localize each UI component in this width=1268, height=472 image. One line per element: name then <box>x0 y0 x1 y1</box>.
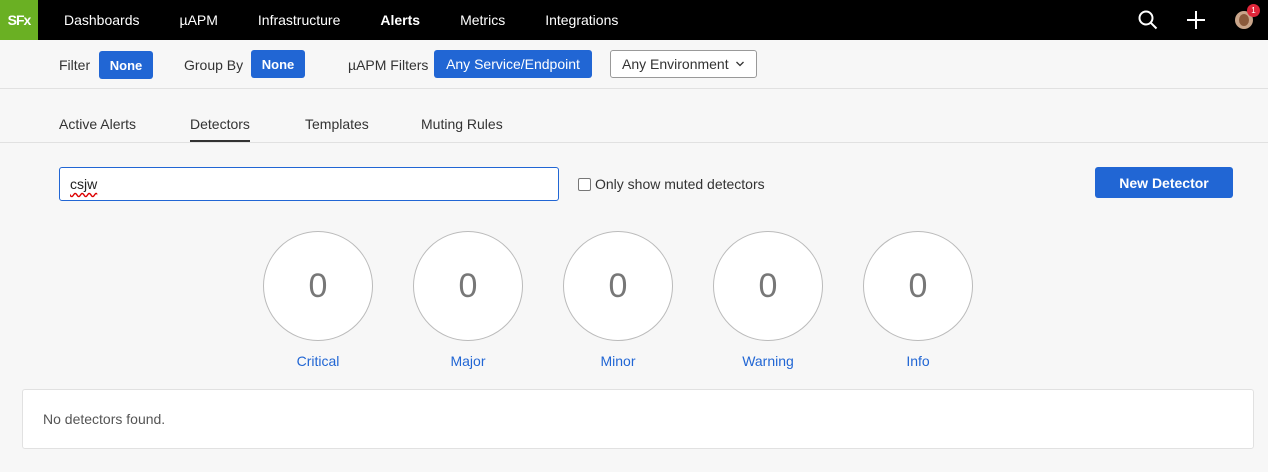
severity-label[interactable]: Critical <box>263 353 373 369</box>
nav-item-dashboards[interactable]: Dashboards <box>44 0 160 40</box>
new-detector-button[interactable]: New Detector <box>1095 167 1233 198</box>
groupby-label: Group By <box>184 57 244 73</box>
nav-item-alerts[interactable]: Alerts <box>360 0 440 40</box>
user-avatar[interactable]: 1 <box>1220 0 1268 40</box>
severity-label[interactable]: Minor <box>563 353 673 369</box>
severity-critical: 0 Critical <box>263 231 373 369</box>
tab-detectors[interactable]: Detectors <box>190 116 250 142</box>
plus-icon[interactable] <box>1172 0 1220 40</box>
nav-item-integrations[interactable]: Integrations <box>525 0 638 40</box>
severity-info: 0 Info <box>863 231 973 369</box>
severity-label[interactable]: Warning <box>713 353 823 369</box>
environment-value: Any Environment <box>622 56 729 72</box>
tab-muting-rules[interactable]: Muting Rules <box>421 116 503 142</box>
notification-badge: 1 <box>1247 4 1260 17</box>
severity-warning: 0 Warning <box>713 231 823 369</box>
nav-item-infrastructure[interactable]: Infrastructure <box>238 0 360 40</box>
nav-right: 1 <box>1124 0 1268 40</box>
search-input[interactable]: csjw <box>59 167 559 201</box>
filter-label: Filter <box>59 57 91 73</box>
tab-templates[interactable]: Templates <box>305 116 369 142</box>
avatar-face <box>1239 14 1249 26</box>
severity-label[interactable]: Info <box>863 353 973 369</box>
severity-count: 0 <box>563 231 673 341</box>
severity-major: 0 Major <box>413 231 523 369</box>
filter-button[interactable]: None <box>99 51 153 79</box>
severity-count: 0 <box>413 231 523 341</box>
muted-checkbox-label: Only show muted detectors <box>595 176 765 192</box>
chevron-down-icon <box>735 61 744 67</box>
severity-count: 0 <box>713 231 823 341</box>
nav-item-apm[interactable]: µAPM <box>160 0 238 40</box>
muted-filter: Only show muted detectors <box>578 176 765 192</box>
search-icon[interactable] <box>1124 0 1172 40</box>
tab-active-alerts[interactable]: Active Alerts <box>59 116 136 142</box>
severity-minor: 0 Minor <box>563 231 673 369</box>
search-input-value: csjw <box>70 176 98 192</box>
top-nav: SFx Dashboards µAPM Infrastructure Alert… <box>0 0 1268 40</box>
filter-bar: Filter None Group By None µAPM Filters A… <box>0 40 1268 89</box>
sfx-logo[interactable]: SFx <box>0 0 38 40</box>
severity-count: 0 <box>263 231 373 341</box>
severity-count: 0 <box>863 231 973 341</box>
empty-results-message: No detectors found. <box>43 411 166 427</box>
apm-filters-label: µAPM Filters <box>348 57 429 73</box>
severity-label[interactable]: Major <box>413 353 523 369</box>
muted-checkbox[interactable] <box>578 177 591 191</box>
avatar: 1 <box>1235 4 1260 29</box>
groupby-button[interactable]: None <box>251 50 305 78</box>
environment-dropdown[interactable]: Any Environment <box>610 50 757 78</box>
tabs-divider <box>0 142 1268 143</box>
detector-results: No detectors found. <box>22 389 1254 449</box>
apm-filters-button[interactable]: Any Service/Endpoint <box>434 50 592 78</box>
nav-item-metrics[interactable]: Metrics <box>440 0 525 40</box>
nav-items: Dashboards µAPM Infrastructure Alerts Me… <box>44 0 638 40</box>
